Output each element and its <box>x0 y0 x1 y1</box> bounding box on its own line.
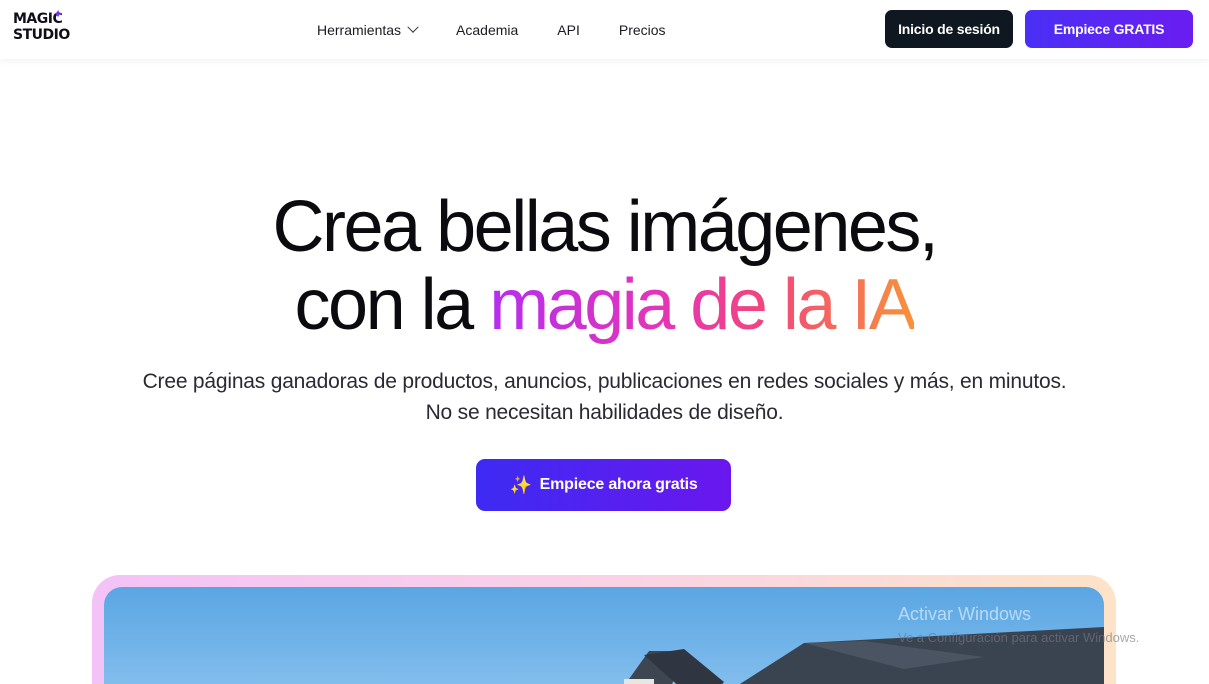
hero-subtitle: Cree páginas ganadoras de productos, anu… <box>0 366 1209 428</box>
nav-herramientas[interactable]: Herramientas <box>317 21 419 38</box>
hero-title-line2-plain: con la <box>294 265 490 345</box>
nav-precios-label: Precios <box>618 21 666 38</box>
nav-api[interactable]: API <box>557 22 580 38</box>
nav-api-label: API <box>557 21 580 38</box>
nav-herramientas-label: Herramientas <box>317 21 402 38</box>
login-button[interactable]: Inicio de sesión <box>885 10 1013 48</box>
nav-precios[interactable]: Precios <box>619 22 666 38</box>
hero-subtitle-line1: Cree páginas ganadoras de productos, anu… <box>142 370 1067 393</box>
nav-academia-label: Academia <box>456 21 519 38</box>
hero-title: Crea bellas imágenes, con la magia de la… <box>0 188 1209 344</box>
sparkle-icon: ✦ <box>53 7 64 21</box>
start-free-button[interactable]: Empiece GRATIS <box>1025 10 1193 48</box>
logo-text-line2: STUDIO <box>13 27 70 43</box>
hero-title-gradient-text: magia de la IA <box>489 265 917 345</box>
logo-text-line1: MAGIC <box>13 11 63 27</box>
magic-studio-logo[interactable]: MAGIC STUDIO ✦ <box>13 7 77 49</box>
chevron-down-icon <box>407 21 419 33</box>
hero-subtitle-line2: No se necesitan habilidades de diseño. <box>425 401 784 424</box>
main-nav: Herramientas Academia API Precios <box>317 0 666 59</box>
windows-activation-text: Ve a Configuración para activar Windows. <box>898 630 1140 645</box>
start-now-free-label: Empiece ahora gratis <box>539 476 698 493</box>
top-navbar: MAGIC STUDIO ✦ Herramientas Academia API… <box>0 0 1209 59</box>
hero-title-line1: Crea bellas imágenes, <box>272 187 939 267</box>
windows-activation-title: Activar Windows <box>898 604 1032 624</box>
nav-academia[interactable]: Academia <box>456 22 518 38</box>
start-now-free-button[interactable]: ✨ Empiece ahora gratis <box>476 459 731 511</box>
sparkles-icon: ✨ <box>509 474 532 495</box>
